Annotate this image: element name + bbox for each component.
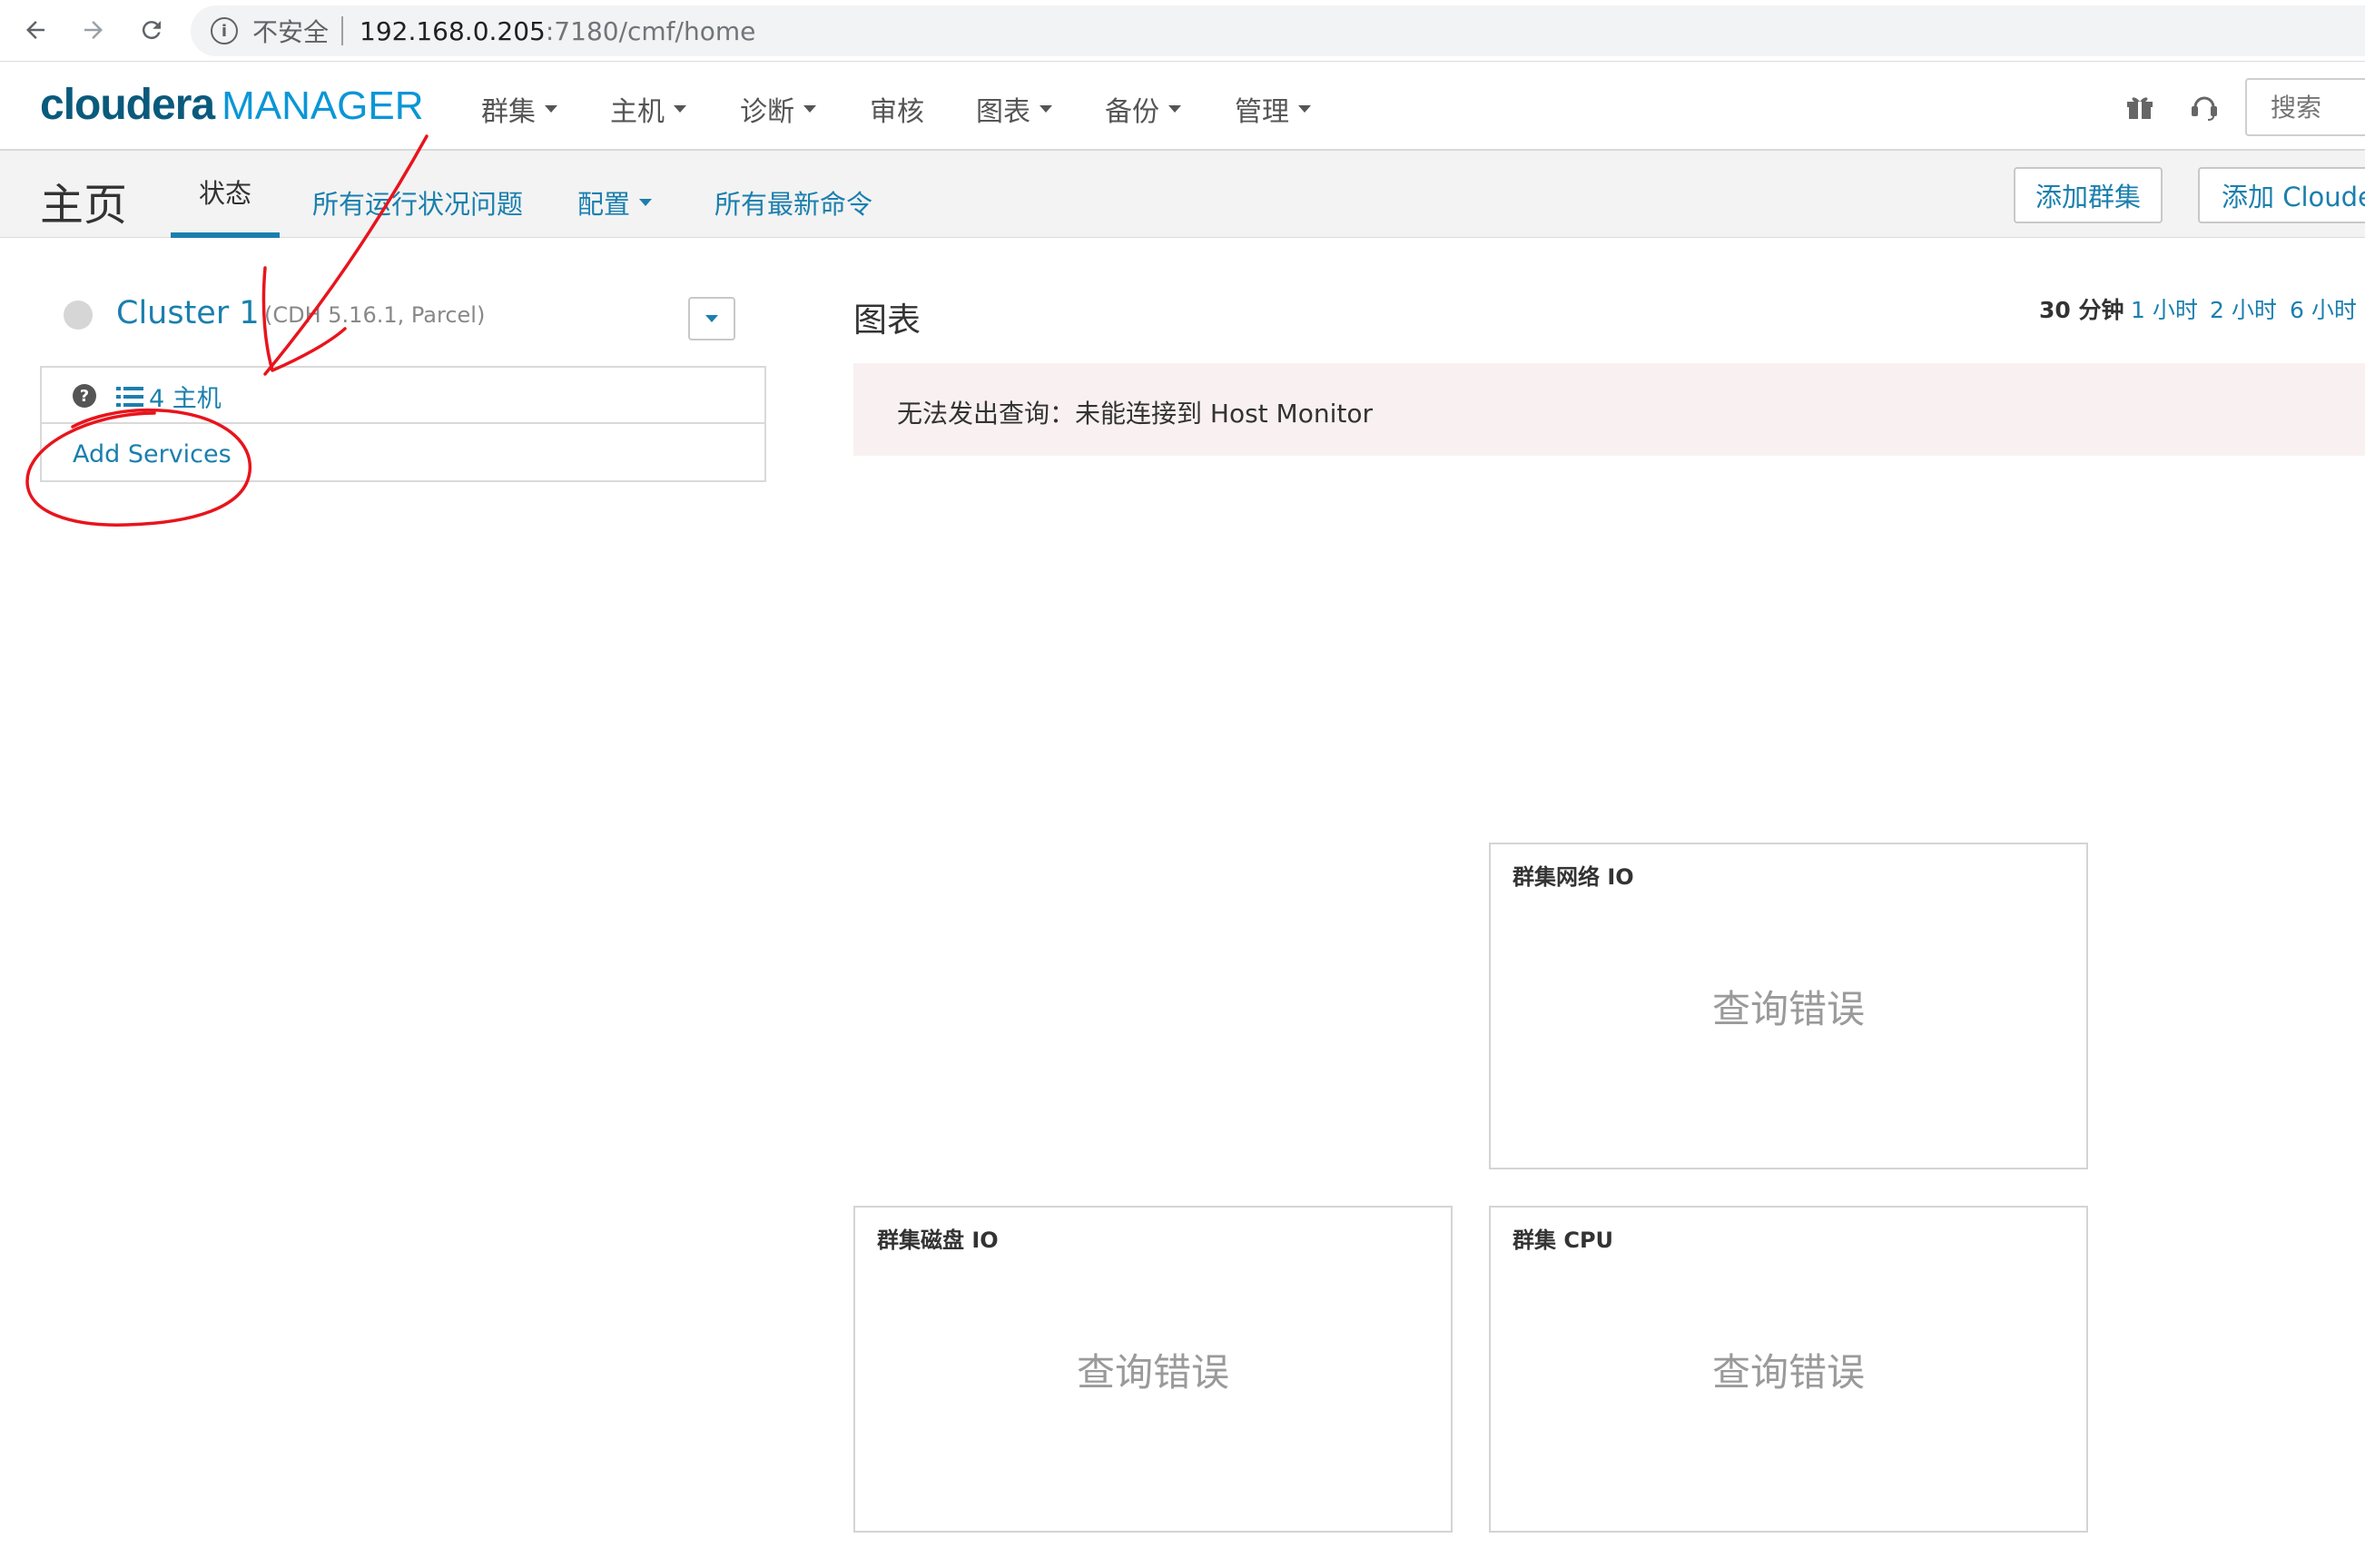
- range-2-hours[interactable]: 2 小时: [2210, 292, 2277, 325]
- range-6-hours[interactable]: 6 小时: [2290, 292, 2357, 325]
- question-icon[interactable]: ?: [73, 384, 96, 408]
- cluster-version: (CDH 5.16.1, Parcel): [264, 302, 486, 328]
- chart-network-io[interactable]: 群集网络 IO 查询错误: [1489, 843, 2088, 1169]
- logo-brand: cloudera: [40, 81, 215, 129]
- menu-clusters[interactable]: 群集: [481, 89, 557, 129]
- reload-icon: [142, 21, 161, 40]
- search-input[interactable]: [2245, 78, 2365, 136]
- page-title: 主页: [40, 180, 128, 231]
- url-separator: [341, 16, 344, 45]
- info-icon[interactable]: i: [211, 17, 238, 44]
- caret-down-icon: [1040, 105, 1052, 113]
- tab-configuration[interactable]: 配置: [577, 183, 653, 222]
- caret-down-icon: [803, 105, 816, 113]
- add-services-link[interactable]: Add Services: [73, 440, 232, 468]
- hosts-link[interactable]: 4 主机: [149, 379, 222, 414]
- chart-disk-io[interactable]: 群集磁盘 IO 查询错误: [853, 1206, 1453, 1533]
- menu-hosts[interactable]: 主机: [610, 89, 686, 129]
- menu-label: 管理: [1235, 96, 1289, 128]
- menu-audits[interactable]: 审核: [870, 89, 924, 129]
- gift-icon[interactable]: [2125, 94, 2154, 120]
- support-icon[interactable]: [2188, 93, 2221, 122]
- top-navigation: cloudera MANAGER 群集 主机 诊断 审核 图表 备份 管理: [0, 62, 2365, 151]
- caret-down-icon: [705, 315, 718, 322]
- chart-query-error: 查询错误: [1711, 986, 1865, 1031]
- error-message: 无法发出查询：未能连接到 Host Monitor: [897, 399, 1373, 429]
- logo-product: MANAGER: [222, 84, 424, 128]
- reload-button[interactable]: [129, 9, 174, 51]
- menu-charts[interactable]: 图表: [976, 89, 1052, 129]
- list-icon: [116, 387, 143, 407]
- range-1-hour[interactable]: 1 小时: [2131, 292, 2198, 325]
- page-header: 主页 状态 所有运行状况问题 配置 所有最新命令 添加群集 添加 Clouder: [0, 151, 2365, 238]
- forward-button[interactable]: [71, 9, 116, 51]
- chart-query-error: 查询错误: [1711, 1349, 1865, 1395]
- back-button[interactable]: [13, 9, 58, 51]
- add-cloudera-button[interactable]: 添加 Clouder: [2198, 167, 2365, 223]
- menu-label: 审核: [870, 96, 924, 128]
- tab-all-health-issues[interactable]: 所有运行状况问题: [312, 183, 523, 222]
- cluster-actions-dropdown[interactable]: [688, 297, 735, 340]
- url-host: 192.168.0.205: [360, 15, 546, 46]
- range-30-minutes[interactable]: 30 分钟: [2039, 292, 2124, 325]
- cluster-status-indicator: [64, 301, 93, 330]
- back-arrow-icon: [26, 21, 44, 39]
- url-path: :7180/cmf/home: [545, 15, 756, 46]
- caret-down-icon: [1298, 105, 1311, 113]
- address-bar[interactable]: i 不安全 192.168.0.205 :7180/cmf/home: [191, 5, 2365, 56]
- cloudera-manager-logo[interactable]: cloudera MANAGER: [40, 80, 424, 130]
- chart-query-error: 查询错误: [1076, 1349, 1229, 1395]
- cluster-name-link[interactable]: Cluster 1: [116, 295, 260, 331]
- tab-recent-commands[interactable]: 所有最新命令: [714, 183, 872, 222]
- browser-toolbar: i 不安全 192.168.0.205 :7180/cmf/home: [0, 0, 2365, 62]
- hosts-row: ? 4 主机: [42, 368, 764, 424]
- menu-backup[interactable]: 备份: [1105, 89, 1181, 129]
- caret-down-icon: [545, 105, 557, 113]
- menu-diagnostics[interactable]: 诊断: [740, 89, 816, 129]
- menu-label: 图表: [976, 96, 1030, 128]
- forward-arrow-icon: [84, 21, 103, 39]
- tab-status[interactable]: 状态: [171, 151, 280, 238]
- error-alert: 无法发出查询：未能连接到 Host Monitor: [853, 363, 2365, 456]
- cluster-panel: ? 4 主机 Add Services: [40, 366, 766, 482]
- menu-label: 群集: [481, 96, 536, 128]
- charts-title: 图表: [853, 301, 921, 340]
- menu-label: 诊断: [740, 96, 794, 128]
- add-cluster-button[interactable]: 添加群集: [2014, 167, 2163, 223]
- chart-cpu[interactable]: 群集 CPU 查询错误: [1489, 1206, 2088, 1533]
- menu-label: 主机: [610, 96, 665, 128]
- security-label: 不安全: [252, 17, 330, 47]
- menu-administration[interactable]: 管理: [1235, 89, 1311, 129]
- tab-label: 配置: [577, 189, 631, 220]
- menu-label: 备份: [1105, 96, 1159, 128]
- caret-down-icon: [674, 105, 686, 113]
- caret-down-icon: [639, 199, 653, 206]
- caret-down-icon: [1168, 105, 1181, 113]
